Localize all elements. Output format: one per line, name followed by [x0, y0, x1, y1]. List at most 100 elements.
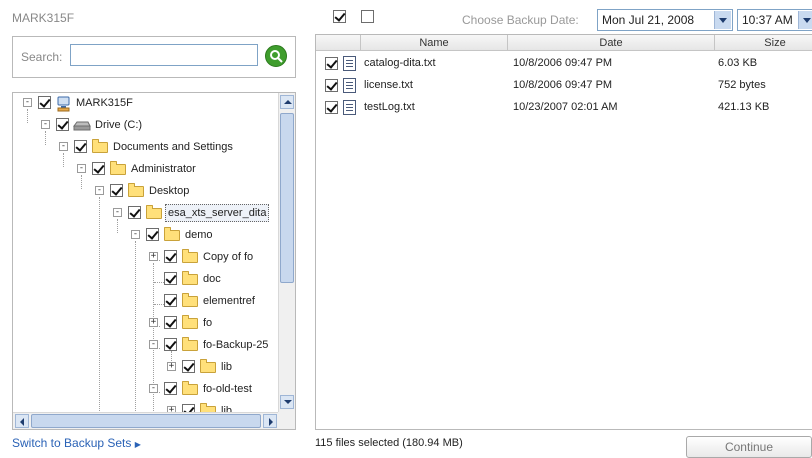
tree-checkbox[interactable] [74, 140, 87, 153]
column-header-size[interactable]: Size [715, 35, 812, 51]
tree-node-label: Desktop [149, 185, 190, 197]
choose-backup-date-label: Choose Backup Date: [462, 13, 579, 27]
column-header-select [316, 35, 361, 51]
collapse-toggle[interactable]: - [59, 142, 68, 151]
folder-icon [182, 381, 198, 395]
folder-icon [182, 337, 198, 351]
tree-node-fo-backup[interactable]: - fo-Backup-25 [13, 335, 283, 355]
tree-vertical-scrollbar[interactable] [278, 93, 295, 413]
tree-node-elementref[interactable]: elementref [13, 291, 283, 311]
collapse-toggle[interactable]: - [95, 186, 104, 195]
row-checkbox[interactable] [325, 57, 338, 70]
scroll-thumb[interactable] [280, 113, 294, 283]
tree-checkbox[interactable] [182, 360, 195, 373]
scroll-up-arrow[interactable] [280, 95, 294, 109]
expand-toggle[interactable]: + [149, 318, 158, 327]
search-button[interactable] [265, 45, 287, 67]
file-list[interactable]: Name Date Size catalog-dita.txt 10/8/200… [315, 34, 812, 430]
tree-checkbox[interactable] [164, 338, 177, 351]
tree-node-label: Documents and Settings [113, 141, 233, 153]
tree-node-label: demo [185, 229, 213, 241]
files-selected-status: 115 files selected (180.94 MB) [315, 437, 463, 449]
text-file-icon [343, 78, 356, 93]
backup-time-value: 10:37 AM [742, 13, 793, 27]
file-size: 6.03 KB [718, 57, 758, 69]
tree-node-computer[interactable]: - MARK315F [13, 93, 283, 113]
table-row[interactable]: catalog-dita.txt 10/8/2006 09:47 PM 6.03… [316, 53, 812, 75]
tree-node-label: esa_xts_server_dita [165, 204, 270, 222]
tree-node-lib[interactable]: + lib [13, 357, 283, 377]
table-row[interactable]: testLog.txt 10/23/2007 02:01 AM 421.13 K… [316, 97, 812, 119]
scroll-thumb[interactable] [31, 414, 261, 428]
collapse-toggle[interactable]: - [77, 164, 86, 173]
tree-node-label: lib [221, 361, 233, 373]
search-input[interactable] [70, 44, 258, 66]
tree-checkbox[interactable] [38, 96, 51, 109]
switch-to-backup-sets-link[interactable]: Switch to Backup Sets ▶ [12, 436, 141, 450]
collapse-toggle[interactable]: - [149, 340, 158, 349]
tree-node-label: Administrator [131, 163, 196, 175]
tree-checkbox[interactable] [92, 162, 105, 175]
expand-toggle[interactable]: + [149, 252, 158, 261]
folder-icon [182, 271, 198, 285]
tree-node-esa-xts-server-dita[interactable]: - esa_xts_server_dita [13, 203, 283, 223]
tree-checkbox[interactable] [56, 118, 69, 131]
file-size: 421.13 KB [718, 101, 770, 113]
tree-node-label: doc [203, 273, 221, 285]
folder-icon [182, 249, 198, 263]
column-header-name[interactable]: Name [361, 35, 508, 51]
scroll-right-arrow[interactable] [263, 414, 277, 428]
collapse-toggle[interactable]: - [149, 384, 158, 393]
file-date: 10/8/2006 09:47 PM [513, 57, 613, 69]
tree-checkbox[interactable] [164, 294, 177, 307]
scrollbar-corner [278, 412, 295, 429]
collapse-toggle[interactable]: - [23, 98, 32, 107]
tree-checkbox[interactable] [164, 382, 177, 395]
tree-node-desktop[interactable]: - Desktop [13, 181, 283, 201]
tree-checkbox[interactable] [164, 250, 177, 263]
backup-time-select[interactable]: 10:37 AM [737, 9, 812, 31]
collapse-toggle[interactable]: - [131, 230, 140, 239]
tree-checkbox[interactable] [146, 228, 159, 241]
expand-toggle[interactable]: + [167, 362, 176, 371]
tree-checkbox[interactable] [128, 206, 141, 219]
tree-node-administrator[interactable]: - Administrator [13, 159, 283, 179]
backup-date-value: Mon Jul 21, 2008 [602, 13, 695, 27]
scroll-left-arrow[interactable] [15, 414, 29, 428]
tree-node-fo-old-test[interactable]: - fo-old-test [13, 379, 283, 399]
select-none-checkbox[interactable] [361, 10, 374, 23]
row-checkbox[interactable] [325, 79, 338, 92]
collapse-toggle[interactable]: - [41, 120, 50, 129]
column-header-date[interactable]: Date [508, 35, 715, 51]
chevron-down-icon [798, 11, 812, 29]
tree-node-label: fo-Backup-25 [203, 339, 269, 351]
tree-checkbox[interactable] [164, 316, 177, 329]
tree-node-fo[interactable]: + fo [13, 313, 283, 333]
backup-date-select[interactable]: Mon Jul 21, 2008 [597, 9, 733, 31]
folder-tree[interactable]: - MARK315F - Drive (C:) - Documents and … [12, 92, 296, 430]
folder-icon [200, 359, 216, 373]
file-size: 752 bytes [718, 79, 766, 91]
tree-checkbox[interactable] [110, 184, 123, 197]
folder-icon [182, 315, 198, 329]
folder-icon [146, 205, 162, 219]
tree-horizontal-scrollbar[interactable] [13, 412, 279, 429]
tree-node-demo[interactable]: - demo [13, 225, 283, 245]
tree-node-doc[interactable]: doc [13, 269, 283, 289]
search-label: Search: [21, 50, 63, 64]
table-row[interactable]: license.txt 10/8/2006 09:47 PM 752 bytes [316, 75, 812, 97]
tree-node-drive[interactable]: - Drive (C:) [13, 115, 283, 135]
tree-node-label: Copy of fo [203, 251, 254, 263]
tree-node-copy-of-fo[interactable]: + Copy of fo [13, 247, 283, 267]
drive-icon [73, 118, 91, 132]
scroll-down-arrow[interactable] [280, 395, 294, 409]
tree-node-documents-and-settings[interactable]: - Documents and Settings [13, 137, 283, 157]
folder-icon [128, 183, 144, 197]
tree-checkbox[interactable] [164, 272, 177, 285]
row-checkbox[interactable] [325, 101, 338, 114]
folder-icon [164, 227, 180, 241]
select-all-checkbox[interactable] [333, 10, 346, 23]
collapse-toggle[interactable]: - [113, 208, 122, 217]
switch-link-label: Switch to Backup Sets [12, 436, 132, 450]
file-date: 10/23/2007 02:01 AM [513, 101, 618, 113]
